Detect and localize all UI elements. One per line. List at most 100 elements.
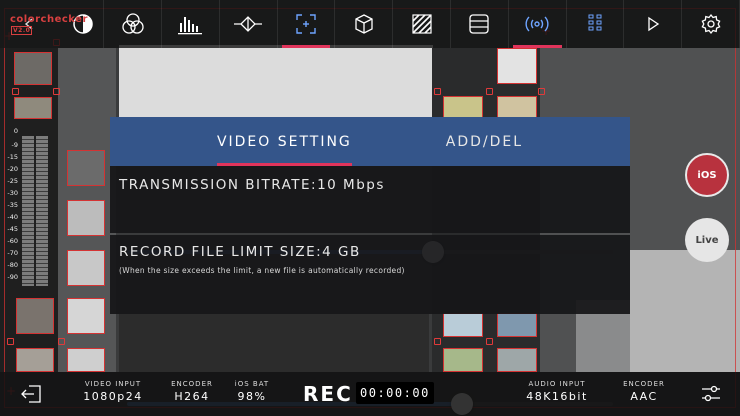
marker xyxy=(434,338,441,345)
swatch xyxy=(497,313,537,337)
focus-frame-icon xyxy=(296,14,316,34)
swatch xyxy=(67,298,105,334)
meter-label: -30 xyxy=(7,189,18,197)
marker xyxy=(538,88,545,95)
meter-label: -70 xyxy=(7,249,18,257)
meter-label: -90 xyxy=(7,273,18,281)
back-button[interactable]: colorcheckerV2.0 xyxy=(0,0,105,48)
meter-label: -9 xyxy=(11,141,18,149)
tab-add-del[interactable]: ADD/DEL xyxy=(446,117,523,166)
waveform-button[interactable] xyxy=(220,0,278,48)
cube-icon xyxy=(355,14,373,34)
meter-bars xyxy=(22,136,48,286)
meter-label: -35 xyxy=(7,201,18,209)
meter-label: -20 xyxy=(7,165,18,173)
zebra-icon xyxy=(411,14,432,34)
record-button[interactable]: REC xyxy=(303,382,353,406)
swatch xyxy=(16,348,54,372)
swatch xyxy=(443,348,483,372)
bitrate-setting: TRANSMISSION BITRATE:10 Mbps xyxy=(110,166,630,263)
marker xyxy=(53,88,60,95)
swatch xyxy=(497,96,537,118)
vu-meter-icon xyxy=(588,14,602,31)
zebra-button[interactable] xyxy=(393,0,451,48)
meter-label: 0 xyxy=(13,127,18,135)
meter-label: -80 xyxy=(7,261,18,269)
swatch xyxy=(497,48,537,84)
swatch xyxy=(67,150,105,186)
waveform-icon xyxy=(234,16,263,32)
meter-bar-right xyxy=(36,136,48,286)
video-settings-dialog: VIDEO SETTING ADD/DEL TRANSMISSION BITRA… xyxy=(110,117,630,415)
ios-battery-status: iOS BAT 98% xyxy=(230,380,274,403)
ios-battery-label: iOS BAT xyxy=(234,380,270,388)
ios-button[interactable]: iOS xyxy=(685,153,729,197)
meter-label: -60 xyxy=(7,237,18,245)
brand-name: colorchecker xyxy=(10,14,88,25)
meter-bar-left xyxy=(22,136,34,286)
dialog-tab-bar: VIDEO SETTING ADD/DEL xyxy=(110,117,630,166)
color-wheel-icon xyxy=(121,13,144,34)
bitrate-label: TRANSMISSION BITRATE:10 Mbps xyxy=(119,177,385,193)
guides-button[interactable] xyxy=(451,0,509,48)
vu-meter-button[interactable] xyxy=(567,0,625,48)
audio-encoder-label: ENCODER xyxy=(623,380,665,388)
focus-frame-button[interactable] xyxy=(278,0,336,48)
exit-icon[interactable] xyxy=(20,383,44,405)
swatch xyxy=(67,250,105,286)
swatch xyxy=(443,313,483,337)
audio-meter: 0 -9 -15 -20 -25 -30 -35 -40 -45 -60 -70… xyxy=(4,126,50,286)
streaming-button[interactable] xyxy=(509,0,567,48)
brand-badge: V2.0 xyxy=(11,25,33,35)
white-chart-area xyxy=(119,45,433,117)
swatch xyxy=(67,200,105,236)
video-input-label: VIDEO INPUT xyxy=(84,380,142,388)
audio-encoder-status: ENCODER AAC xyxy=(620,380,668,403)
marker xyxy=(58,338,65,345)
lut-cube-button[interactable] xyxy=(335,0,394,48)
play-icon xyxy=(648,16,659,32)
color-wheel-button[interactable] xyxy=(104,0,162,48)
audio-input-status: AUDIO INPUT 48K16bit xyxy=(524,380,590,403)
record-limit-hint: (When the size exceeds the limit, a new … xyxy=(119,266,405,275)
marker xyxy=(434,88,441,95)
top-toolbar: colorcheckerV2.0 xyxy=(0,0,740,48)
swatch xyxy=(67,348,105,372)
scene-block xyxy=(119,314,429,372)
marker xyxy=(486,338,493,345)
audio-input-label: AUDIO INPUT xyxy=(528,380,586,388)
video-input-status: VIDEO INPUT 1080p24 xyxy=(82,380,144,403)
bottom-status-bar: VIDEO INPUT 1080p24 ENCODER H264 iOS BAT… xyxy=(0,372,740,416)
swatch xyxy=(14,52,52,85)
histogram-button[interactable] xyxy=(162,0,220,48)
record-limit-label: RECORD FILE LIMIT SIZE:4 GB xyxy=(119,244,361,260)
meter-label: -15 xyxy=(7,153,18,161)
marker xyxy=(12,88,19,95)
sliders-icon[interactable] xyxy=(700,384,722,404)
video-encoder-label: ENCODER xyxy=(171,380,213,388)
tab-video-setting[interactable]: VIDEO SETTING xyxy=(216,117,352,166)
meter-label: -40 xyxy=(7,213,18,221)
marker xyxy=(486,88,493,95)
meter-label: -25 xyxy=(7,177,18,185)
audio-input-value: 48K16bit xyxy=(526,390,588,403)
video-input-value: 1080p24 xyxy=(83,390,143,403)
record-timer: 00:00:00 xyxy=(356,382,434,404)
swatch xyxy=(497,348,537,372)
meter-label: -45 xyxy=(7,225,18,233)
marker xyxy=(7,338,14,345)
histogram-icon xyxy=(178,17,203,35)
audio-encoder-value: AAC xyxy=(630,390,658,403)
live-button[interactable]: Live xyxy=(685,218,729,262)
grid-lines-icon xyxy=(469,14,490,34)
swatch xyxy=(16,298,54,334)
scene-block xyxy=(630,250,740,372)
video-encoder-status: ENCODER H264 xyxy=(167,380,217,403)
swatch xyxy=(14,97,52,119)
ios-battery-value: 98% xyxy=(237,390,267,403)
playback-button[interactable] xyxy=(624,0,683,48)
brand-logo: colorcheckerV2.0 xyxy=(10,14,103,36)
broadcast-icon xyxy=(525,16,549,32)
settings-button[interactable] xyxy=(682,0,740,48)
video-encoder-value: H264 xyxy=(174,390,210,403)
